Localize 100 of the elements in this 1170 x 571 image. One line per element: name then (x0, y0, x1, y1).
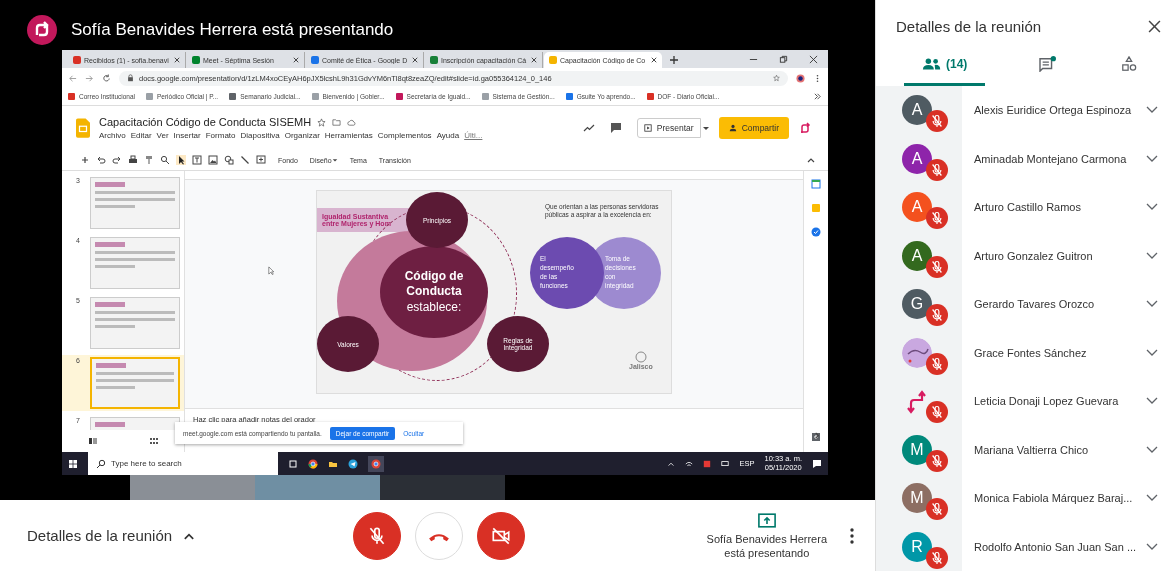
calendar-icon[interactable] (811, 179, 821, 189)
document-title[interactable]: Capacitación Código de Conducta SISEMH (99, 116, 312, 128)
task-view-icon[interactable] (288, 458, 298, 469)
expand-icon[interactable] (1146, 397, 1158, 406)
expand-icon[interactable] (1146, 154, 1158, 163)
redo-icon[interactable] (112, 155, 122, 165)
menu-item[interactable]: Ver (156, 131, 169, 140)
image-icon[interactable] (208, 155, 218, 165)
bookmark-star-icon[interactable] (773, 74, 780, 82)
notification-icon[interactable] (812, 458, 822, 469)
participant-name[interactable]: Rodolfo Antonio San Juan San ... (962, 540, 1146, 553)
menu-item[interactable]: Complementos (377, 131, 432, 140)
chat-icon (1038, 56, 1058, 73)
text-box-icon[interactable] (192, 155, 202, 165)
participant-name[interactable]: Monica Fabiola Márquez Baraj... (962, 492, 1146, 505)
chrome-icon[interactable] (368, 455, 384, 472)
expand-icon[interactable] (1146, 542, 1158, 551)
menu-item[interactable]: Editar (130, 131, 152, 140)
shape-icon[interactable] (224, 155, 234, 165)
menu-item[interactable]: Archivo (99, 131, 126, 140)
close-tab-icon[interactable] (174, 57, 180, 63)
lock-icon (127, 74, 134, 82)
close-tab-icon[interactable] (531, 57, 537, 63)
app-tray-icon[interactable] (703, 459, 712, 468)
participant-name[interactable]: Mariana Valtierra Chico (962, 443, 1146, 456)
monitor-icon[interactable] (721, 459, 730, 468)
meet-arrows-icon[interactable] (798, 121, 812, 135)
add-icon[interactable] (80, 155, 90, 165)
print-icon[interactable] (128, 155, 138, 165)
caret-icon (331, 157, 338, 163)
slide-thumbnail[interactable] (90, 357, 180, 409)
participant-name[interactable]: Aminadab Montejano Carmona (962, 152, 1146, 165)
close-icon[interactable] (809, 55, 818, 64)
participant-name[interactable]: Leticia Donaji Lopez Guevara (962, 395, 1146, 408)
menu-item[interactable]: Diapositiva (240, 131, 280, 140)
presenter-title: Sofía Benavides Herrera está presentando (71, 20, 394, 40)
list-view-icon[interactable] (87, 436, 98, 446)
paint-format-icon[interactable] (144, 155, 154, 165)
menu-item[interactable]: Ayuda (436, 131, 460, 140)
network-icon[interactable] (685, 459, 694, 468)
participant-name[interactable]: Arturo Castillo Ramos (962, 201, 1146, 214)
share-button[interactable]: Compartir (718, 117, 789, 139)
meeting-details-button[interactable]: Detalles de la reunión (27, 527, 353, 544)
crest-icon (634, 351, 647, 363)
reload-icon[interactable] (102, 73, 111, 83)
present-button[interactable]: Presentar (636, 118, 701, 138)
expand-icon[interactable] (1146, 106, 1158, 115)
presenter-status: está presentando (724, 546, 810, 559)
menu-item[interactable]: Formato (205, 131, 236, 140)
new-comment-icon[interactable] (256, 155, 266, 165)
menu-item[interactable]: Herramientas (324, 131, 373, 140)
presenter-name: Sofía Benavides Herrera (706, 532, 827, 545)
slide-thumbnail[interactable] (90, 177, 180, 229)
grid-view-icon[interactable] (148, 436, 159, 446)
close-tab-icon[interactable] (412, 57, 418, 63)
telegram-icon[interactable] (348, 458, 358, 469)
menu-item[interactable]: Últi... (464, 131, 483, 140)
undo-icon[interactable] (96, 155, 106, 165)
trend-icon[interactable] (582, 122, 595, 134)
windows-icon[interactable] (68, 458, 78, 469)
menu-item[interactable]: Insertar (173, 131, 201, 140)
star-icon[interactable] (317, 117, 327, 127)
participant-name[interactable]: Grace Fontes Sánchez (962, 346, 1146, 359)
participant-name[interactable]: Arturo Gonzalez Guitron (962, 249, 1146, 262)
avatar: A (902, 95, 932, 126)
comment-icon[interactable] (609, 122, 622, 134)
slide-thumbnail[interactable] (90, 237, 180, 289)
search-icon (96, 458, 106, 469)
participant-name[interactable]: Gerardo Tavares Orozco (962, 298, 1146, 311)
close-tab-icon[interactable] (651, 57, 657, 63)
cloud-icon[interactable] (347, 117, 357, 127)
participant-name[interactable]: Alexis Euridice Ortega Espinoza (962, 104, 1146, 117)
panel-title: Detalles de la reunión (896, 18, 1042, 36)
profile-avatar-icon[interactable] (796, 73, 805, 83)
slide-thumbnail[interactable] (90, 297, 180, 349)
tasks-icon[interactable] (811, 227, 821, 237)
more-bookmarks-icon[interactable] (813, 92, 822, 101)
taskbar-search-field[interactable]: Type here to search (88, 452, 278, 475)
line-icon[interactable] (240, 155, 250, 165)
menu-item[interactable]: Organizar (284, 131, 320, 140)
microphone-button[interactable] (353, 511, 401, 560)
zoom-icon[interactable] (160, 155, 170, 165)
restore-icon[interactable] (779, 55, 788, 64)
expand-icon[interactable] (1146, 203, 1158, 212)
present-screen-icon[interactable] (757, 512, 776, 528)
more-options-icon[interactable] (849, 526, 855, 545)
hang-up-button[interactable] (415, 511, 463, 560)
close-tab-icon[interactable] (293, 57, 299, 63)
camera-button[interactable] (477, 511, 525, 560)
close-icon[interactable] (1148, 20, 1161, 34)
expand-icon[interactable] (1146, 494, 1158, 503)
avatar: M (902, 483, 932, 514)
expand-icon[interactable] (1146, 300, 1158, 309)
expand-icon[interactable] (1146, 445, 1158, 454)
chrome-icon[interactable] (308, 458, 318, 469)
new-tab-icon[interactable] (669, 55, 679, 65)
caret-icon[interactable] (701, 124, 710, 132)
cursor-icon[interactable] (176, 155, 186, 165)
expand-icon[interactable] (1146, 348, 1158, 357)
expand-icon[interactable] (1146, 251, 1158, 260)
